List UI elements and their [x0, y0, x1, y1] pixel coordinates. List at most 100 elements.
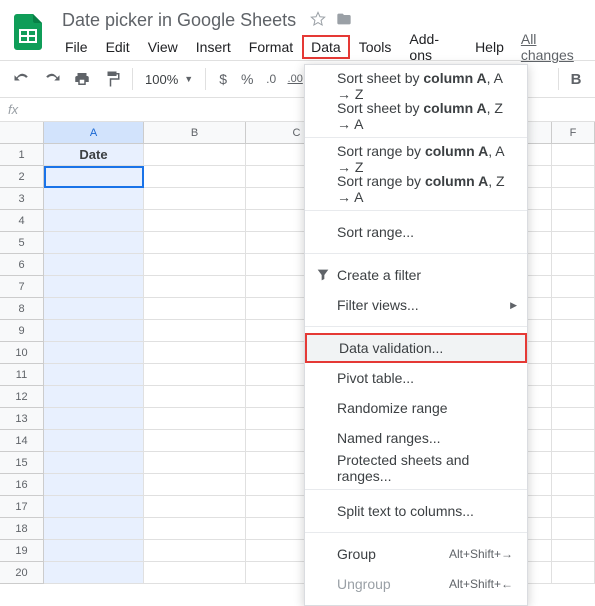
cell-B9[interactable]: [144, 320, 246, 342]
cell-F15[interactable]: [552, 452, 595, 474]
cell-B12[interactable]: [144, 386, 246, 408]
cell-A8[interactable]: [44, 298, 144, 320]
menuitem-split-text[interactable]: Split text to columns...: [305, 496, 527, 526]
menu-format[interactable]: Format: [240, 35, 302, 59]
cell-F12[interactable]: [552, 386, 595, 408]
cell-B4[interactable]: [144, 210, 246, 232]
cell-B8[interactable]: [144, 298, 246, 320]
row-header-20[interactable]: 20: [0, 562, 44, 584]
row-header-9[interactable]: 9: [0, 320, 44, 342]
cell-A18[interactable]: [44, 518, 144, 540]
menuitem-protected-ranges[interactable]: Protected sheets and ranges...: [305, 453, 527, 483]
cell-A12[interactable]: [44, 386, 144, 408]
cell-B10[interactable]: [144, 342, 246, 364]
star-icon[interactable]: [310, 11, 326, 30]
menu-file[interactable]: File: [56, 35, 97, 59]
cell-F10[interactable]: [552, 342, 595, 364]
row-header-8[interactable]: 8: [0, 298, 44, 320]
cell-B11[interactable]: [144, 364, 246, 386]
cell-B2[interactable]: [144, 166, 246, 188]
cell-A19[interactable]: [44, 540, 144, 562]
menuitem-pivot-table[interactable]: Pivot table...: [305, 363, 527, 393]
bold-button[interactable]: B: [565, 71, 587, 88]
cell-F8[interactable]: [552, 298, 595, 320]
row-header-14[interactable]: 14: [0, 430, 44, 452]
row-header-10[interactable]: 10: [0, 342, 44, 364]
menuitem-sort-range-asc[interactable]: Sort range by column A, A → Z: [305, 144, 527, 174]
col-header-A[interactable]: A: [44, 122, 144, 144]
col-header-B[interactable]: B: [144, 122, 246, 144]
row-header-18[interactable]: 18: [0, 518, 44, 540]
row-header-17[interactable]: 17: [0, 496, 44, 518]
menu-edit[interactable]: Edit: [97, 35, 139, 59]
menuitem-group[interactable]: GroupAlt+Shift+→: [305, 539, 527, 569]
row-header-12[interactable]: 12: [0, 386, 44, 408]
folder-icon[interactable]: [336, 11, 352, 30]
row-header-19[interactable]: 19: [0, 540, 44, 562]
cell-A4[interactable]: [44, 210, 144, 232]
cell-B20[interactable]: [144, 562, 246, 584]
decrease-decimal-button[interactable]: .0: [260, 72, 282, 86]
all-changes-link[interactable]: All changes: [521, 27, 587, 67]
cell-F2[interactable]: [552, 166, 595, 188]
cell-F3[interactable]: [552, 188, 595, 210]
undo-button[interactable]: [8, 65, 36, 93]
row-header-13[interactable]: 13: [0, 408, 44, 430]
row-header-15[interactable]: 15: [0, 452, 44, 474]
document-title[interactable]: Date picker in Google Sheets: [56, 8, 302, 33]
cell-F4[interactable]: [552, 210, 595, 232]
cell-B16[interactable]: [144, 474, 246, 496]
sheets-logo-icon[interactable]: [8, 12, 48, 52]
cell-F6[interactable]: [552, 254, 595, 276]
cell-F5[interactable]: [552, 232, 595, 254]
cell-A13[interactable]: [44, 408, 144, 430]
print-button[interactable]: [68, 65, 96, 93]
zoom-select[interactable]: 100%▼: [139, 72, 199, 87]
cell-A1[interactable]: Date: [44, 144, 144, 166]
row-header-16[interactable]: 16: [0, 474, 44, 496]
col-header-F[interactable]: F: [552, 122, 595, 144]
menu-data[interactable]: Data: [302, 35, 350, 59]
cell-B7[interactable]: [144, 276, 246, 298]
cell-A20[interactable]: [44, 562, 144, 584]
cell-F20[interactable]: [552, 562, 595, 584]
cell-B19[interactable]: [144, 540, 246, 562]
menuitem-randomize-range[interactable]: Randomize range: [305, 393, 527, 423]
cell-F11[interactable]: [552, 364, 595, 386]
row-header-6[interactable]: 6: [0, 254, 44, 276]
cell-F19[interactable]: [552, 540, 595, 562]
cell-F17[interactable]: [552, 496, 595, 518]
cell-A14[interactable]: [44, 430, 144, 452]
cell-A7[interactable]: [44, 276, 144, 298]
cell-B13[interactable]: [144, 408, 246, 430]
row-header-2[interactable]: 2: [0, 166, 44, 188]
cell-B14[interactable]: [144, 430, 246, 452]
menuitem-sort-sheet-asc[interactable]: Sort sheet by column A, A → Z: [305, 71, 527, 101]
cell-F9[interactable]: [552, 320, 595, 342]
cell-A10[interactable]: [44, 342, 144, 364]
currency-button[interactable]: $: [212, 71, 234, 87]
cell-B17[interactable]: [144, 496, 246, 518]
cell-F16[interactable]: [552, 474, 595, 496]
cell-B3[interactable]: [144, 188, 246, 210]
cell-A17[interactable]: [44, 496, 144, 518]
cell-B6[interactable]: [144, 254, 246, 276]
cell-F14[interactable]: [552, 430, 595, 452]
row-header-1[interactable]: 1: [0, 144, 44, 166]
cell-B15[interactable]: [144, 452, 246, 474]
cell-B5[interactable]: [144, 232, 246, 254]
row-header-4[interactable]: 4: [0, 210, 44, 232]
percent-button[interactable]: %: [236, 71, 258, 87]
cell-A5[interactable]: [44, 232, 144, 254]
menuitem-named-ranges[interactable]: Named ranges...: [305, 423, 527, 453]
row-header-5[interactable]: 5: [0, 232, 44, 254]
cell-F7[interactable]: [552, 276, 595, 298]
cell-A16[interactable]: [44, 474, 144, 496]
menu-insert[interactable]: Insert: [187, 35, 240, 59]
cell-F18[interactable]: [552, 518, 595, 540]
increase-decimal-button[interactable]: .00: [284, 73, 306, 85]
row-header-11[interactable]: 11: [0, 364, 44, 386]
cell-A6[interactable]: [44, 254, 144, 276]
cell-A11[interactable]: [44, 364, 144, 386]
row-header-3[interactable]: 3: [0, 188, 44, 210]
